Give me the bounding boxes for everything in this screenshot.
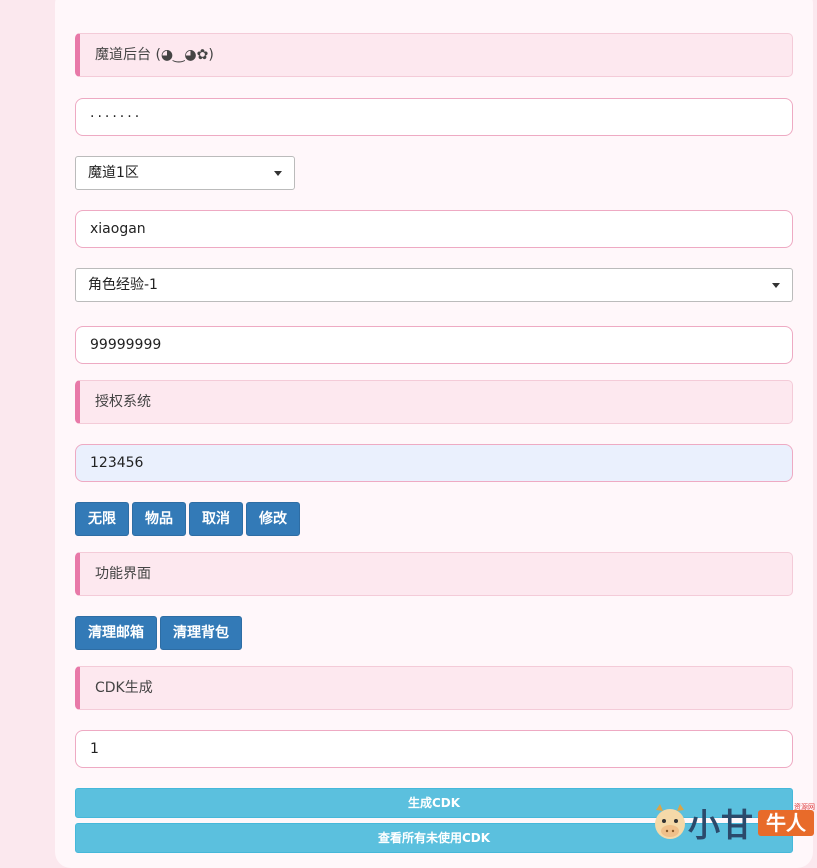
unlimited-button[interactable]: 无限 [75,502,129,536]
auth-system-header: 授权系统 [75,380,793,424]
item-select-value: 角色经验-1 [88,277,158,293]
watermark-logo: 小甘 牛人 资源网 [648,800,817,844]
clear-backpack-button[interactable]: 清理背包 [160,616,242,650]
function-header: 功能界面 [75,552,793,596]
cancel-button[interactable]: 取消 [189,502,243,536]
watermark-box-text: 牛人 [758,810,814,836]
item-select[interactable]: 角色经验-1 [75,268,793,302]
admin-title-header: 魔道后台 (◕‿◕✿) [75,33,793,77]
server-select[interactable]: 魔道1区 [75,156,295,190]
item-button[interactable]: 物品 [132,502,186,536]
auth-code-field[interactable]: 123456 [75,444,793,482]
amount-field[interactable]: 99999999 [75,326,793,364]
watermark-text: 小甘 [688,806,755,844]
cow-mascot-icon [655,804,685,839]
cdk-count-field[interactable]: 1 [75,730,793,768]
username-field[interactable]: xiaogan [75,210,793,248]
chevron-down-icon [274,171,282,176]
modify-button[interactable]: 修改 [246,502,300,536]
password-field[interactable]: ······· [75,98,793,136]
cdk-header: CDK生成 [75,666,793,710]
chevron-down-icon [772,283,780,288]
clear-mailbox-button[interactable]: 清理邮箱 [75,616,157,650]
watermark-tag: 资源网 [794,803,815,811]
server-select-value: 魔道1区 [88,165,139,181]
